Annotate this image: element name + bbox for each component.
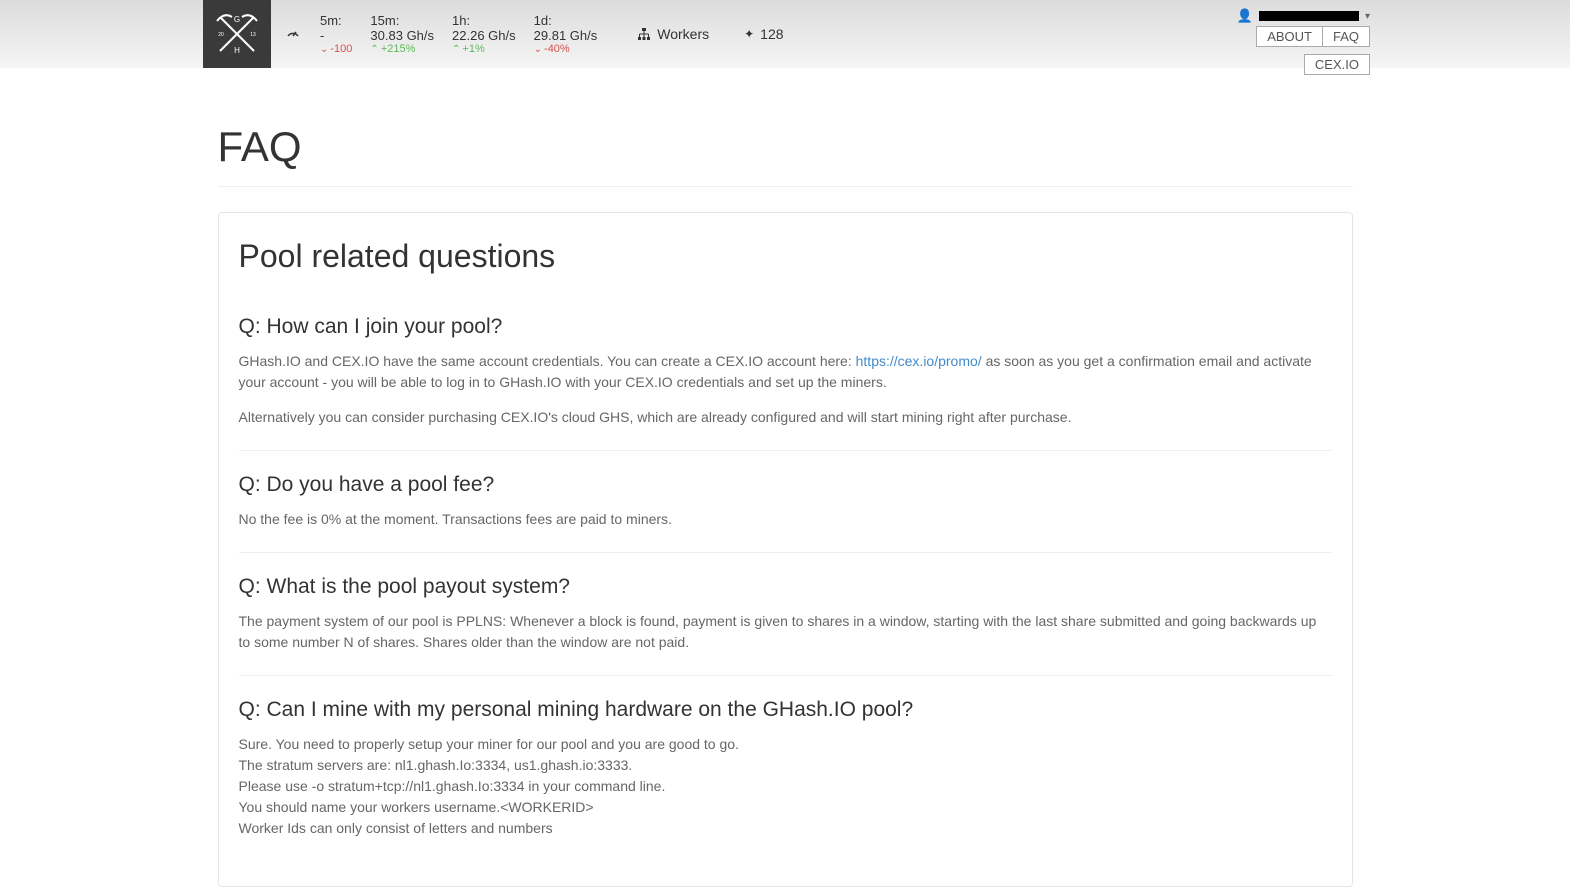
- username-redacted: [1259, 11, 1359, 21]
- section-title: Pool related questions: [239, 238, 1332, 275]
- faq-question: Q: Can I mine with my personal mining ha…: [239, 698, 1332, 722]
- answer-text: GHash.IO and CEX.IO have the same accoun…: [239, 353, 856, 369]
- caret-down-icon: ▾: [1365, 11, 1370, 22]
- stat-label: 5m:: [320, 13, 352, 28]
- stat-value: -: [320, 28, 352, 43]
- speedometer-icon: [286, 26, 300, 43]
- faq-item: Q: Can I mine with my personal mining ha…: [239, 698, 1332, 861]
- hashrate-stats: 5m: - ⌄ -100 15m: 30.83 Gh/s ⌃ +215% 1h:…: [320, 13, 597, 55]
- stat-label: 1d:: [534, 13, 598, 28]
- user-icon: 👤: [1237, 8, 1253, 24]
- svg-text:20: 20: [218, 32, 224, 38]
- stat-5m: 5m: - ⌄ -100: [320, 13, 352, 55]
- svg-text:G: G: [234, 15, 240, 24]
- trend-value: +1%: [462, 43, 484, 55]
- answer-text: Alternatively you can consider purchasin…: [239, 407, 1332, 428]
- trend-value: -100: [330, 43, 352, 55]
- answer-text: Please use -o stratum+tcp://nl1.ghash.Io…: [239, 776, 1332, 797]
- faq-question: Q: How can I join your pool?: [239, 315, 1332, 339]
- workers-label: Workers: [657, 26, 709, 42]
- trend-value: +215%: [381, 43, 416, 55]
- answer-text: You should name your workers username.<W…: [239, 797, 1332, 818]
- answer-text: Sure. You need to properly setup your mi…: [239, 734, 1332, 755]
- trend-down-icon: ⌄: [534, 44, 542, 55]
- trend-down-icon: ⌄: [320, 44, 328, 55]
- nav-cex[interactable]: CEX.IO: [1304, 54, 1370, 75]
- stat-label: 15m:: [370, 13, 434, 28]
- trend-value: -40%: [544, 43, 570, 55]
- faq-item: Q: Do you have a pool fee? No the fee is…: [239, 473, 1332, 553]
- svg-text:H: H: [234, 46, 240, 55]
- sitemap-icon: [637, 27, 651, 41]
- svg-text:13: 13: [250, 32, 256, 38]
- hashrate-count: ✦ 128: [744, 26, 783, 42]
- content: FAQ Pool related questions Q: How can I …: [203, 123, 1368, 887]
- stat-value: 30.83 Gh/s: [370, 28, 434, 43]
- stat-value: 29.81 Gh/s: [534, 28, 598, 43]
- faq-item: Q: What is the pool payout system? The p…: [239, 575, 1332, 676]
- faq-item: Q: How can I join your pool? GHash.IO an…: [239, 315, 1332, 451]
- answer-text: The stratum servers are: nl1.ghash.Io:33…: [239, 755, 1332, 776]
- stat-1h: 1h: 22.26 Gh/s ⌃ +1%: [452, 13, 516, 55]
- stat-1d: 1d: 29.81 Gh/s ⌄ -40%: [534, 13, 598, 55]
- faq-question: Q: Do you have a pool fee?: [239, 473, 1332, 497]
- count-value: 128: [760, 26, 783, 42]
- answer-text: Worker Ids can only consist of letters a…: [239, 818, 1332, 839]
- faq-box: Pool related questions Q: How can I join…: [218, 212, 1353, 887]
- faq-answer: GHash.IO and CEX.IO have the same accoun…: [239, 351, 1332, 428]
- trend-up-icon: ⌃: [452, 44, 460, 55]
- workers-link[interactable]: Workers: [637, 26, 709, 42]
- pickaxe-logo-icon: G H 20 13: [212, 9, 262, 59]
- nav-faq[interactable]: FAQ: [1322, 26, 1370, 47]
- page-title: FAQ: [218, 123, 1353, 187]
- faq-answer: The payment system of our pool is PPLNS:…: [239, 611, 1332, 653]
- answer-text: No the fee is 0% at the moment. Transact…: [239, 509, 1332, 530]
- faq-answer: Sure. You need to properly setup your mi…: [239, 734, 1332, 839]
- header-bar: G H 20 13 5m: - ⌄ -100 15m: 30.83 Gh/s ⌃…: [0, 0, 1570, 68]
- faq-question: Q: What is the pool payout system?: [239, 575, 1332, 599]
- stat-trend: ⌄ -40%: [534, 43, 598, 55]
- faq-answer: No the fee is 0% at the moment. Transact…: [239, 509, 1332, 530]
- logo[interactable]: G H 20 13: [203, 0, 271, 68]
- user-menu[interactable]: 👤 ▾: [1237, 8, 1370, 24]
- header-right: 👤 ▾ ABOUT FAQ CEX.IO: [1237, 8, 1370, 47]
- stat-trend: ⌄ -100: [320, 43, 352, 55]
- stat-label: 1h:: [452, 13, 516, 28]
- stat-15m: 15m: 30.83 Gh/s ⌃ +215%: [370, 13, 434, 55]
- nav-about[interactable]: ABOUT: [1256, 26, 1323, 47]
- cex-promo-link[interactable]: https://cex.io/promo/: [856, 353, 982, 369]
- nav-tabs: ABOUT FAQ: [1257, 26, 1370, 47]
- stat-value: 22.26 Gh/s: [452, 28, 516, 43]
- stat-trend: ⌃ +215%: [370, 43, 434, 55]
- trend-up-icon: ⌃: [370, 44, 378, 55]
- diamond-icon: ✦: [744, 27, 754, 41]
- answer-text: The payment system of our pool is PPLNS:…: [239, 611, 1332, 653]
- stat-trend: ⌃ +1%: [452, 43, 516, 55]
- header-center: Workers ✦ 128: [637, 26, 783, 42]
